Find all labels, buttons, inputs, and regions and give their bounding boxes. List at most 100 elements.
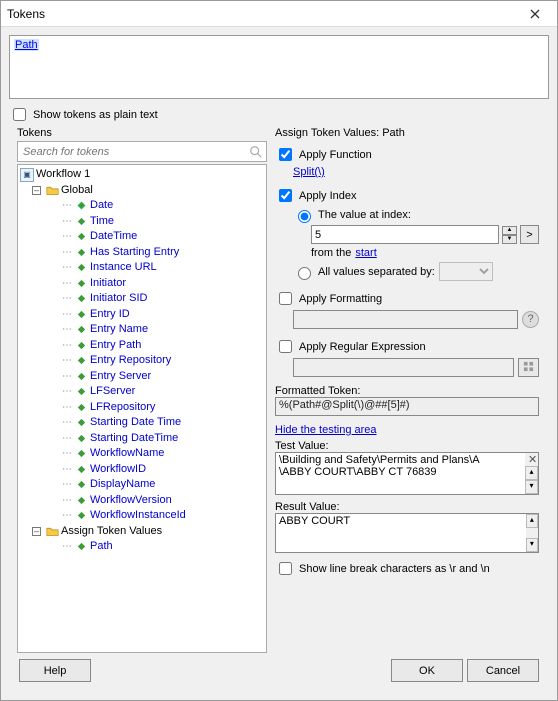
token-leaf-icon [74, 261, 88, 275]
tree-item[interactable]: ⋯Date [18, 198, 266, 214]
index-value-input[interactable] [311, 225, 499, 244]
apply-function-label: Apply Function [299, 149, 372, 161]
tree-item[interactable]: ⋯Time [18, 214, 266, 230]
index-from-link[interactable]: start [355, 247, 376, 259]
token-leaf-icon [74, 214, 88, 228]
tree-item[interactable]: ⋯LFServer [18, 384, 266, 400]
close-button[interactable] [519, 4, 551, 24]
tree-item[interactable]: ⋯LFRepository [18, 400, 266, 416]
search-icon [249, 145, 263, 159]
tree-connector-icon: ⋯ [62, 353, 71, 369]
index-all-label: All values separated by: [318, 266, 435, 278]
formatted-token-value: %(Path#@Split(\)@##[5]#) [275, 397, 539, 416]
expander-icon[interactable]: – [32, 186, 41, 195]
test-value-input[interactable]: \Building and Safety\Permits and Plans\A… [275, 452, 525, 495]
tree-item[interactable]: ⋯Initiator SID [18, 291, 266, 307]
token-leaf-icon [74, 462, 88, 476]
formatted-token-label: Formatted Token: [275, 385, 539, 397]
window-title: Tokens [7, 7, 45, 21]
tree-connector-icon: ⋯ [62, 338, 71, 354]
tree-item[interactable]: ⋯Instance URL [18, 260, 266, 276]
cancel-button[interactable]: Cancel [467, 659, 539, 682]
tree-connector-icon: ⋯ [62, 415, 71, 431]
apply-function-checkbox[interactable] [279, 148, 292, 161]
regex-input[interactable] [293, 358, 514, 377]
index-spin-down[interactable]: ▼ [502, 235, 517, 244]
regex-editor-icon [523, 361, 534, 372]
scroll-down-icon[interactable]: ▾ [525, 480, 538, 494]
token-leaf-icon [74, 540, 88, 554]
tree-item[interactable]: ⋯Entry Name [18, 322, 266, 338]
clear-test-button[interactable]: ✕ [525, 453, 538, 466]
index-from-prefix: from the [311, 247, 351, 259]
token-leaf-icon [74, 292, 88, 306]
scroll-up-icon[interactable]: ▴ [525, 466, 538, 480]
right-heading: Assign Token Values: Path [275, 127, 541, 139]
tree-connector-icon: ⋯ [62, 477, 71, 493]
apply-index-checkbox[interactable] [279, 189, 292, 202]
index-token-button[interactable]: > [520, 225, 539, 244]
show-plain-label: Show tokens as plain text [33, 109, 158, 121]
index-at-label: The value at index: [318, 209, 411, 221]
function-link[interactable]: Split(\) [293, 166, 325, 178]
show-linebreaks-checkbox[interactable] [279, 562, 292, 575]
token-tree[interactable]: ▣ Workflow 1 – Global ⋯Date ⋯Time ⋯DateT… [17, 164, 267, 653]
result-value-label: Result Value: [275, 501, 539, 513]
token-search-input[interactable] [21, 145, 249, 159]
tree-item[interactable]: ⋯DateTime [18, 229, 266, 245]
index-spin-up[interactable]: ▲ [502, 226, 517, 235]
token-preview-box[interactable]: Path [9, 35, 549, 99]
tree-connector-icon: ⋯ [62, 198, 71, 214]
tree-item[interactable]: ⋯WorkflowName [18, 446, 266, 462]
tree-folder-global[interactable]: – Global [18, 183, 266, 199]
tree-connector-icon: ⋯ [62, 322, 71, 338]
tree-item[interactable]: ⋯Has Starting Entry [18, 245, 266, 261]
tree-folder-assign[interactable]: – Assign Token Values [18, 524, 266, 540]
tree-connector-icon: ⋯ [62, 462, 71, 478]
token-leaf-icon [74, 230, 88, 244]
tree-connector-icon: ⋯ [62, 229, 71, 245]
help-icon[interactable]: ? [522, 311, 539, 328]
tree-folder-label: Assign Token Values [61, 524, 162, 540]
tree-item[interactable]: ⋯Entry Server [18, 369, 266, 385]
tree-folder-label: Global [61, 183, 93, 199]
tree-item[interactable]: ⋯Path [18, 539, 266, 555]
tree-item[interactable]: ⋯WorkflowID [18, 462, 266, 478]
regex-editor-button[interactable] [518, 358, 539, 377]
index-all-radio[interactable] [298, 267, 311, 280]
token-search[interactable] [17, 141, 267, 162]
tree-item[interactable]: ⋯Initiator [18, 276, 266, 292]
tree-item[interactable]: ⋯WorkflowVersion [18, 493, 266, 509]
apply-regex-checkbox[interactable] [279, 340, 292, 353]
result-value-output: ABBY COURT [275, 513, 526, 553]
help-button[interactable]: Help [19, 659, 91, 682]
index-at-radio[interactable] [298, 210, 311, 223]
tree-item[interactable]: ⋯WorkflowInstanceId [18, 508, 266, 524]
hide-testing-link[interactable]: Hide the testing area [275, 424, 377, 436]
show-plain-checkbox[interactable] [13, 108, 26, 121]
tree-item[interactable]: ⋯Entry Repository [18, 353, 266, 369]
tree-connector-icon: ⋯ [62, 214, 71, 230]
token-chip-path[interactable]: Path [14, 39, 39, 51]
test-value-label: Test Value: [275, 440, 539, 452]
token-leaf-icon [74, 493, 88, 507]
token-leaf-icon [74, 323, 88, 337]
tree-item[interactable]: ⋯Starting Date Time [18, 415, 266, 431]
tree-connector-icon: ⋯ [62, 260, 71, 276]
token-leaf-icon [74, 447, 88, 461]
tree-item[interactable]: ⋯Entry ID [18, 307, 266, 323]
show-linebreaks-label: Show line break characters as \r and \n [299, 563, 490, 575]
index-separator-select[interactable] [439, 262, 493, 281]
expander-icon[interactable]: – [32, 527, 41, 536]
token-leaf-icon [74, 245, 88, 259]
tree-item[interactable]: ⋯Starting DateTime [18, 431, 266, 447]
tree-item[interactable]: ⋯Entry Path [18, 338, 266, 354]
scroll-down-icon[interactable]: ▾ [526, 538, 538, 552]
scroll-up-icon[interactable]: ▴ [526, 514, 538, 528]
ok-button[interactable]: OK [391, 659, 463, 682]
tree-item[interactable]: ⋯DisplayName [18, 477, 266, 493]
apply-formatting-label: Apply Formatting [299, 293, 382, 305]
tree-root[interactable]: ▣ Workflow 1 [18, 167, 266, 183]
apply-formatting-checkbox[interactable] [279, 292, 292, 305]
formatting-input[interactable] [293, 310, 518, 329]
